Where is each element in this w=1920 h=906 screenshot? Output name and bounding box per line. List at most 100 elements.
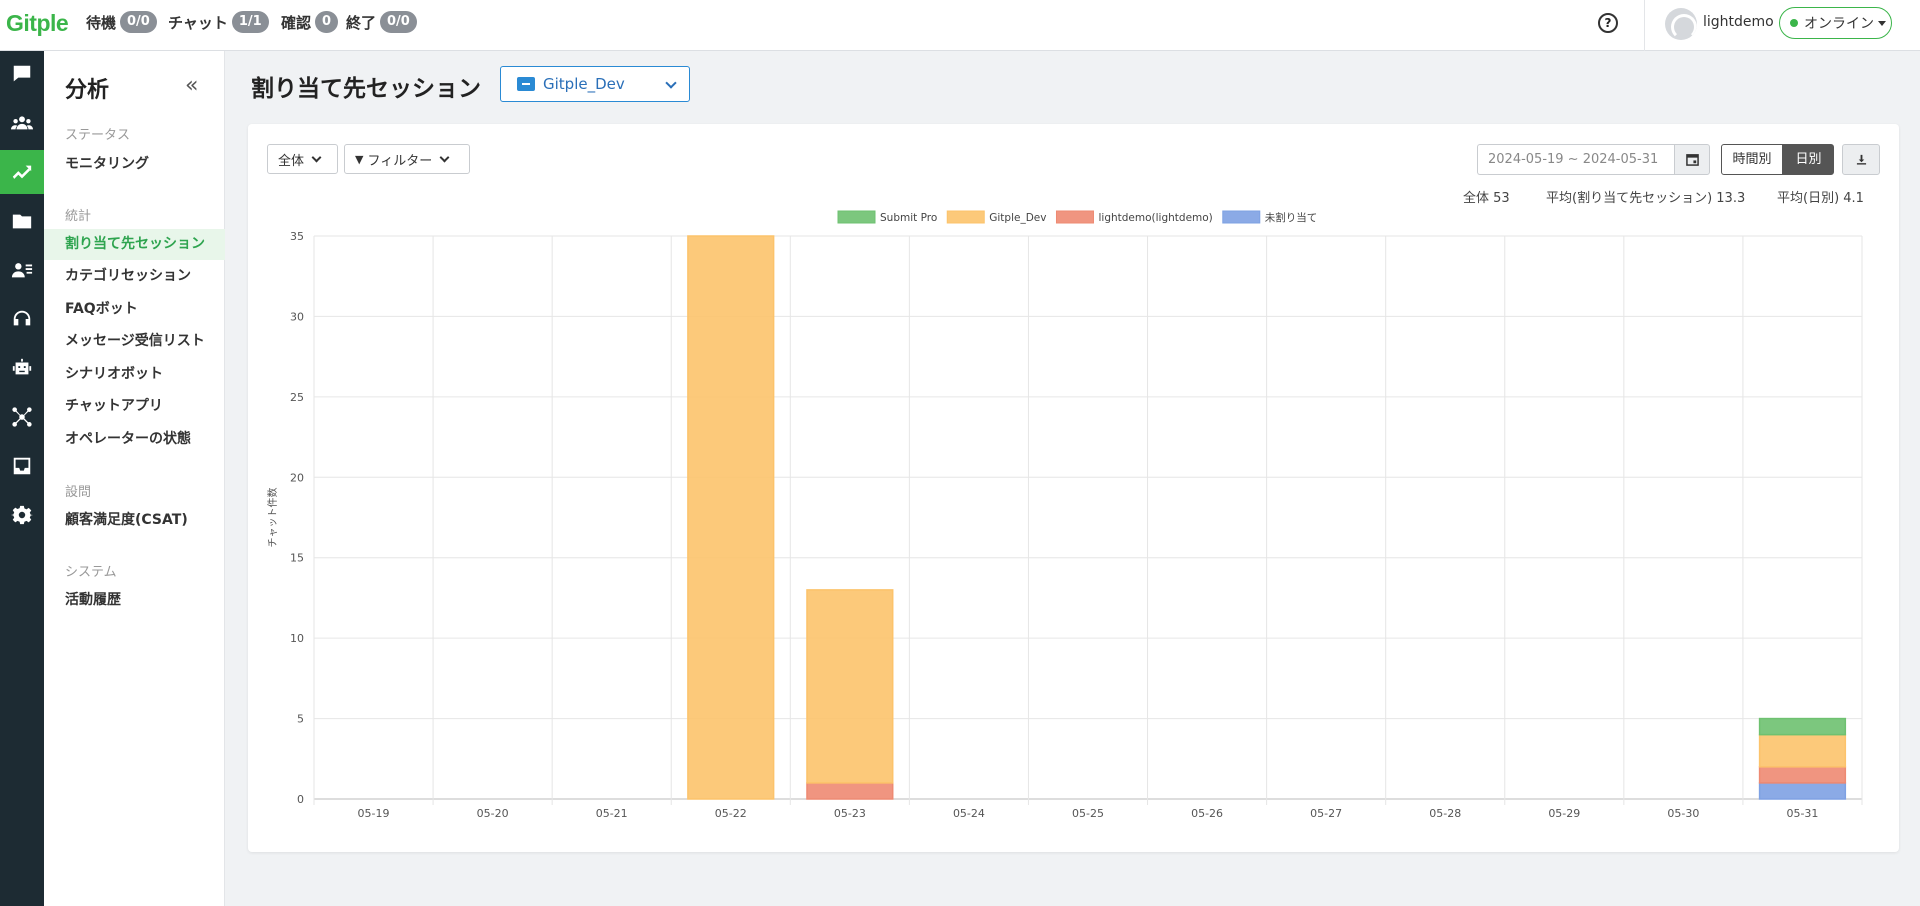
stat-waiting-label: 待機 [86,13,117,32]
download-button[interactable] [1842,144,1880,175]
x-tick-label: 05-23 [834,807,866,820]
icon-rail [0,51,44,906]
sidebar-item-faq-bot[interactable]: FAQボット [44,294,225,325]
bar-segment [1758,766,1847,784]
gear-icon [11,505,33,525]
legend-swatch [1222,210,1261,224]
y-tick-label: 25 [290,391,304,404]
rail-network[interactable] [0,395,44,439]
legend-label: Submit Pro [880,212,937,224]
stat-chat-label: チャット [168,13,228,32]
stat-confirm[interactable]: 確認 0 [281,11,339,33]
bar-segment [687,235,775,800]
sidebar-item-monitoring[interactable]: モニタリング [44,149,225,180]
chat-icon [13,65,31,82]
app-logo[interactable]: Gitple [6,10,69,37]
y-axis-label: チャット件数 [266,488,279,548]
legend-label: 未割り当て [1265,211,1318,224]
chart-card: 全体 ▼ フィルター 2024-05-19 ~ 2024-05-31 時間別 日… [248,124,1899,852]
section-system: システム [65,565,117,580]
online-status-label: オンライン [1804,16,1874,32]
date-range-input[interactable]: 2024-05-19 ~ 2024-05-31 [1477,144,1674,175]
page-title: 割り当て先セッション [251,76,481,102]
sidebar-item-assigned-sessions[interactable]: 割り当て先セッション [44,229,225,260]
bar-segment [1758,782,1847,800]
stat-ended[interactable]: 終了 0/0 [346,11,417,33]
x-tick-label: 05-31 [1786,807,1818,820]
rail-bot[interactable] [0,346,44,390]
stat-waiting[interactable]: 待機 0/0 [86,11,157,33]
rail-people[interactable] [0,101,44,145]
rail-headset[interactable] [0,297,44,341]
sidebar-item-operator-status[interactable]: オペレーターの状態 [44,424,225,455]
sidebar-item-chat-app[interactable]: チャットアプリ [44,391,225,422]
sidebar-item-scenario-bot[interactable]: シナリオボット [44,359,225,390]
chat-icon [517,77,535,91]
chevron-down-icon [439,152,450,162]
legend-swatch [837,210,876,224]
rail-contacts[interactable] [0,248,44,292]
x-tick-label: 05-24 [953,807,985,820]
inbox-icon [13,457,31,475]
y-tick-label: 35 [290,230,304,243]
rail-inbox[interactable] [0,444,44,488]
session-select[interactable]: Gitple_Dev [500,66,690,102]
legend-label: Gitple_Dev [989,212,1046,224]
bar-segment [1758,733,1847,768]
sidebar-item-activity-log[interactable]: 活動履歴 [44,585,225,616]
download-icon [1856,154,1866,165]
x-tick-label: 05-26 [1191,807,1223,820]
calendar-button[interactable] [1674,144,1710,175]
stacked-bar-chart: 0 5 10 15 20 25 30 35 05-19 05-20 05-21 05-22 05-23 0… [266,210,1863,820]
view-hourly-toggle[interactable]: 時間別 [1721,144,1783,175]
view-daily-toggle[interactable]: 日別 [1783,144,1834,175]
username[interactable]: lightdemo [1703,14,1774,30]
y-tick-label: 30 [290,310,304,323]
chevron-down-icon [311,152,322,162]
contacts-icon [11,263,33,278]
folder-icon [12,214,32,229]
y-tick-label: 5 [297,713,304,726]
avatar[interactable] [1665,8,1697,40]
rail-settings[interactable] [0,493,44,537]
filter-dropdown[interactable]: ▼ フィルター [344,144,470,174]
x-tick-label: 05-20 [477,807,509,820]
calendar-icon [1685,154,1699,166]
analytics-icon [12,165,32,179]
x-tick-label: 05-21 [596,807,628,820]
legend-label: lightdemo(lightdemo) [1098,212,1212,224]
question-circle-icon[interactable]: ? [1598,13,1618,33]
rail-analytics[interactable] [0,150,44,194]
rail-folder[interactable] [0,199,44,243]
x-tick-label: 05-29 [1548,807,1580,820]
analytics-sidebar: 分析 « ステータス モニタリング 統計 割り当て先セッション カテゴリセッショ… [44,51,225,906]
rail-chat[interactable] [0,52,44,96]
y-tick-label: 0 [297,793,304,806]
stat-waiting-badge: 0/0 [120,11,157,33]
filter-icon: ▼ [355,152,364,166]
stat-ended-badge: 0/0 [380,11,417,33]
people-icon [11,116,33,130]
session-select-value: Gitple_Dev [543,75,625,93]
scope-dropdown[interactable]: 全体 [267,144,338,174]
x-tick-label: 05-28 [1429,807,1461,820]
headset-icon [13,310,31,326]
sidebar-item-csat[interactable]: 顧客満足度(CSAT) [44,505,225,536]
stat-chat[interactable]: チャット 1/1 [168,11,269,33]
y-tick-label: 20 [290,471,304,484]
legend-swatch [1055,210,1094,224]
online-status-dropdown[interactable]: オンライン [1779,7,1892,39]
sidebar-item-message-list[interactable]: メッセージ受信リスト [44,326,225,357]
y-tick-label: 15 [290,552,304,565]
sidebar-title: 分析 [65,78,110,103]
network-icon [12,407,32,427]
sidebar-item-category-sessions[interactable]: カテゴリセッション [44,261,225,292]
y-tick-label: 10 [290,632,304,645]
collapse-sidebar-icon[interactable]: « [185,73,198,98]
x-tick-label: 05-22 [715,807,747,820]
filter-dropdown-label: フィルター [367,153,433,169]
divider [1644,0,1645,51]
stat-ended-label: 終了 [346,13,377,32]
section-survey: 設問 [65,485,92,500]
bar-segment [806,782,894,800]
